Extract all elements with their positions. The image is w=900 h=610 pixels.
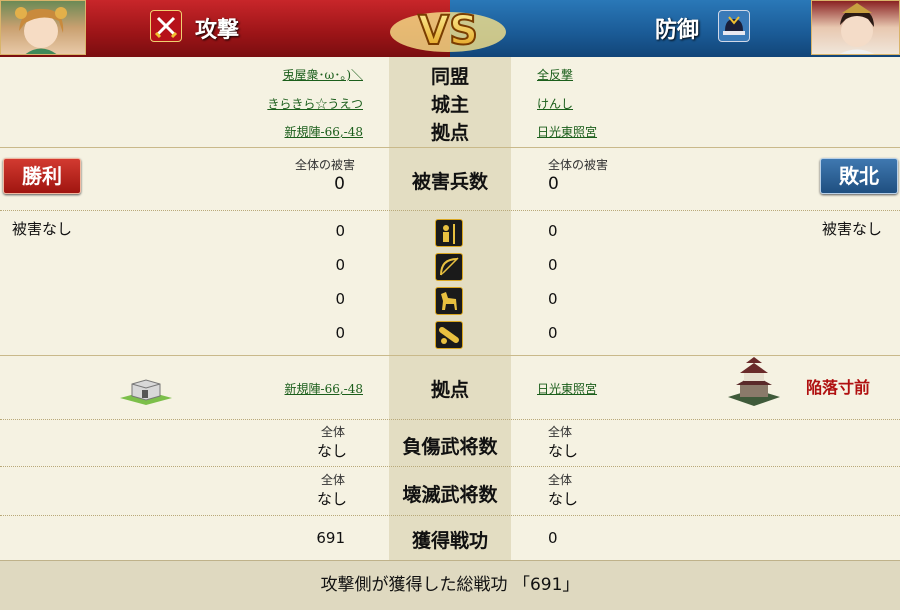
attacker-archer-count: 0 [335, 256, 345, 274]
vs-text: VS [418, 8, 478, 54]
attacker-spearman-count: 0 [335, 222, 345, 240]
attacker-cavalry-count: 0 [335, 290, 345, 308]
divider [0, 515, 900, 516]
defender-cavalry-count: 0 [548, 290, 558, 308]
cavalry-horse-icon [435, 287, 463, 315]
casualties-label: 被害兵数 [411, 171, 488, 193]
defender-wounded-value: なし [548, 442, 579, 460]
defender-destroyed-value: なし [548, 490, 579, 508]
destroyed-generals-label: 壊滅武将数 [402, 484, 498, 506]
attacker-base-link-2[interactable]: 新規陣-66,-48 [285, 380, 363, 397]
base-label: 拠点 [430, 122, 469, 144]
defender-total-label: 全体の被害 [548, 158, 609, 172]
defender-destroyed-whole-label: 全体 [548, 473, 573, 487]
divider [0, 355, 900, 356]
defender-avatar[interactable] [811, 0, 900, 55]
attacker-portrait-icon [15, 7, 67, 54]
defender-alliance-link[interactable]: 全反撃 [537, 66, 573, 83]
total-merit-footer: 攻撃側が獲得した総戦功 「691」 [0, 560, 900, 610]
attacker-avatar[interactable] [0, 0, 86, 55]
victory-badge: 勝利 [3, 158, 81, 194]
vs-emblem: VS [388, 2, 508, 55]
defender-siege-count: 0 [548, 324, 558, 342]
castle-icon [724, 357, 784, 407]
merit-label: 獲得戦功 [411, 530, 488, 552]
siege-cannon-icon [435, 321, 463, 349]
crossed-swords-icon [150, 10, 182, 42]
divider [0, 466, 900, 467]
attacker-total-label: 全体の被害 [294, 158, 355, 172]
alliance-label: 同盟 [430, 66, 469, 88]
attacker-alliance-link[interactable]: 兎屋衆･ω･｡)＼ [283, 66, 363, 83]
attacker-merit-value: 691 [316, 529, 345, 547]
attacker-base-link[interactable]: 新規陣-66,-48 [285, 123, 363, 140]
defender-status: 陥落寸前 [806, 378, 871, 397]
attacker-wounded-value: なし [316, 442, 347, 460]
defender-base-link-2[interactable]: 日光東照宮 [537, 380, 597, 397]
defender-lord-link[interactable]: けんし [537, 95, 573, 112]
base-row-label: 拠点 [430, 379, 469, 401]
defense-title: 防御 [655, 17, 700, 43]
lord-label: 城主 [430, 94, 469, 116]
helmet-icon [718, 10, 750, 42]
wounded-generals-label: 負傷武将数 [402, 436, 498, 458]
divider [0, 419, 900, 420]
spearman-icon [435, 219, 463, 247]
attacker-siege-count: 0 [335, 324, 345, 342]
defender-total-value: 0 [548, 174, 559, 194]
attacker-total-value: 0 [334, 174, 345, 194]
attacker-wounded-whole-label: 全体 [320, 425, 345, 439]
defender-portrait-icon [839, 3, 875, 54]
divider [0, 147, 900, 148]
divider [0, 210, 900, 211]
attacker-destroyed-whole-label: 全体 [320, 473, 345, 487]
defender-wounded-whole-label: 全体 [548, 425, 573, 439]
defender-merit-value: 0 [548, 529, 558, 547]
attacker-destroyed-value: なし [316, 490, 347, 508]
defeat-badge: 敗北 [820, 158, 898, 194]
attack-title: 攻撃 [195, 17, 240, 43]
archer-bow-icon [435, 253, 463, 281]
camp-fortress-icon [118, 372, 174, 406]
defender-spearman-count: 0 [548, 222, 558, 240]
defender-base-link[interactable]: 日光東照宮 [537, 123, 597, 140]
attacker-lord-link[interactable]: きらきら☆うえつ [267, 95, 363, 112]
defender-no-damage-note: 被害なし [822, 220, 883, 238]
defender-archer-count: 0 [548, 256, 558, 274]
attacker-no-damage-note: 被害なし [12, 220, 73, 238]
